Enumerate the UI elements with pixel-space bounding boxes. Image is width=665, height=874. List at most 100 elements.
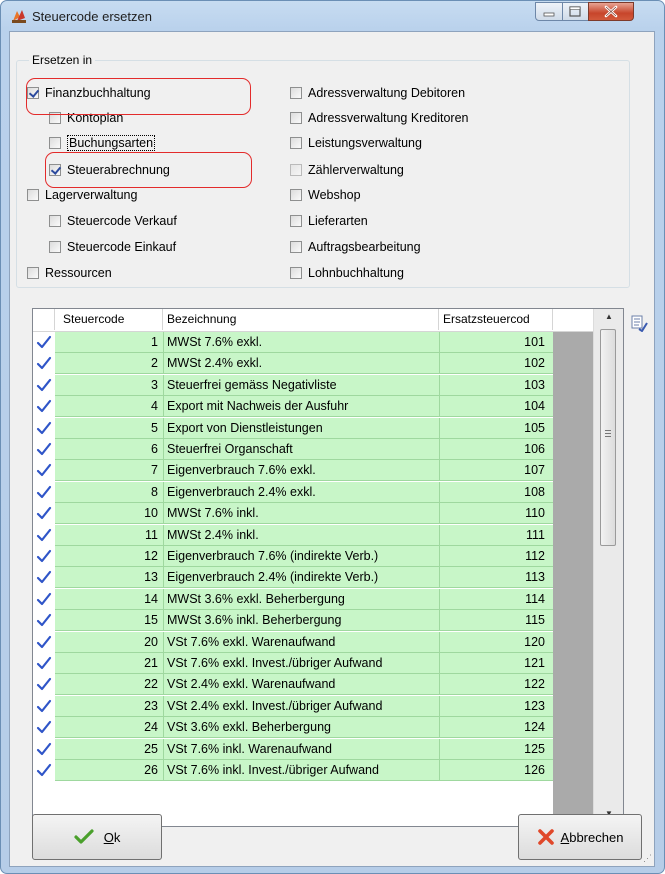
table-row[interactable]: 4 Export mit Nachweis der Ausfuhr 104	[33, 396, 553, 418]
table-row[interactable]: 21 VSt 7.6% exkl. Invest./übriger Aufwand…	[33, 653, 553, 674]
table-row[interactable]: 11 MWSt 2.4% inkl. 111	[33, 524, 553, 546]
table-row[interactable]: 23 VSt 2.4% exkl. Invest./übriger Aufwand…	[33, 695, 553, 717]
checkbox-box[interactable]	[290, 215, 302, 227]
checkbox-lohnbuchhaltung[interactable]: Lohnbuchhaltung	[290, 264, 404, 282]
scroll-up-icon[interactable]: ▲	[602, 312, 616, 326]
checkbox-box[interactable]	[290, 112, 302, 124]
table-row[interactable]: 8 Eigenverbrauch 2.4% exkl. 108	[33, 481, 553, 503]
table-row[interactable]: 6 Steuerfrei Organschaft 106	[33, 439, 553, 460]
row-check-cell[interactable]	[33, 439, 55, 460]
header-bezeichnung[interactable]: Bezeichnung	[163, 309, 439, 330]
cell-steuercode: 2	[151, 356, 158, 371]
table-row[interactable]: 5 Export von Dienstleistungen 105	[33, 417, 553, 439]
row-check-cell[interactable]	[33, 524, 55, 546]
checkbox-ressourcen[interactable]: Ressourcen	[27, 264, 112, 282]
row-body: 15 MWSt 3.6% inkl. Beherbergung 115	[55, 610, 553, 632]
table-row[interactable]: 26 VSt 7.6% inkl. Invest./übriger Aufwand…	[33, 760, 553, 781]
cell-ersatzsteuercode: 120	[524, 634, 545, 649]
header-ersatzsteuercode[interactable]: Ersatzsteuercod	[439, 309, 553, 330]
checkbox-steuercode-einkauf[interactable]: Steuercode Einkauf	[49, 238, 176, 256]
checkbox-lagerverwaltung[interactable]: Lagerverwaltung	[27, 186, 137, 204]
row-check-cell[interactable]	[33, 374, 55, 396]
checkbox-box[interactable]	[27, 267, 39, 279]
grid-scrollbar[interactable]: ▲ ▼	[593, 309, 623, 826]
maximize-button[interactable]	[562, 2, 589, 21]
header-steuercode[interactable]: Steuercode	[55, 309, 163, 330]
checkbox-box[interactable]	[290, 241, 302, 253]
checkbox-box[interactable]	[290, 164, 302, 176]
checkbox-label: Adressverwaltung Debitoren	[308, 86, 466, 100]
table-row[interactable]: 22 VSt 2.4% exkl. Warenaufwand 122	[33, 674, 553, 696]
checkmark-icon	[36, 528, 52, 541]
table-row[interactable]: 3 Steuerfrei gemäss Negativliste 103	[33, 374, 553, 396]
row-check-cell[interactable]	[33, 567, 55, 589]
row-body: 22 VSt 2.4% exkl. Warenaufwand 122	[55, 674, 553, 696]
row-check-cell[interactable]	[33, 332, 55, 353]
table-row[interactable]: 2 MWSt 2.4% exkl. 102	[33, 353, 553, 375]
table-row[interactable]: 12 Eigenverbrauch 7.6% (indirekte Verb.) 1…	[33, 546, 553, 567]
row-check-cell[interactable]	[33, 588, 55, 610]
row-check-cell[interactable]	[33, 481, 55, 503]
row-check-cell[interactable]	[33, 738, 55, 760]
table-row[interactable]: 24 VSt 3.6% exkl. Beherbergung 124	[33, 717, 553, 739]
table-row[interactable]: 1 MWSt 7.6% exkl. 101	[33, 332, 553, 353]
checkbox-adressverwaltung-debitoren[interactable]: Adressverwaltung Debitoren	[290, 84, 465, 102]
checkbox-label: Ressourcen	[45, 266, 112, 280]
checkbox-zaehlerverwaltung[interactable]: Zählerverwaltung	[290, 161, 404, 179]
checkbox-webshop[interactable]: Webshop	[290, 186, 361, 204]
checkbox-box[interactable]	[290, 189, 302, 201]
checkbox-lieferarten[interactable]: Lieferarten	[290, 212, 368, 230]
resize-grip-icon[interactable]: ⋰	[643, 853, 652, 864]
row-check-cell[interactable]	[33, 610, 55, 632]
table-row[interactable]: 10 MWSt 7.6% inkl. 110	[33, 503, 553, 525]
row-check-cell[interactable]	[33, 417, 55, 439]
row-check-cell[interactable]	[33, 760, 55, 781]
checkmark-icon	[36, 549, 52, 563]
table-row[interactable]: 25 VSt 7.6% inkl. Warenaufwand 125	[33, 738, 553, 760]
checkbox-adressverwaltung-kreditoren[interactable]: Adressverwaltung Kreditoren	[290, 109, 469, 127]
cell-bezeichnung: VSt 2.4% exkl. Warenaufwand	[167, 677, 336, 692]
checkbox-steuercode-verkauf[interactable]: Steuercode Verkauf	[49, 212, 177, 230]
checkbox-buchungsarten[interactable]: Buchungsarten	[49, 134, 156, 152]
row-check-cell[interactable]	[33, 653, 55, 674]
row-check-cell[interactable]	[33, 546, 55, 567]
checkmark-icon	[36, 721, 52, 734]
row-check-cell[interactable]	[33, 396, 55, 418]
checkbox-box[interactable]	[290, 267, 302, 279]
cell-ersatzsteuercode: 112	[525, 549, 545, 563]
list-edit-icon[interactable]	[630, 314, 648, 332]
checkbox-box[interactable]	[290, 137, 302, 149]
row-check-cell[interactable]	[33, 503, 55, 525]
row-check-cell[interactable]	[33, 717, 55, 739]
checkbox-auftragsbearbeitung[interactable]: Auftragsbearbeitung	[290, 238, 421, 256]
minimize-button[interactable]	[535, 2, 563, 21]
cancel-button[interactable]: Abbrechen	[518, 814, 642, 860]
tax-code-grid[interactable]: Steuercode Bezeichnung Ersatzsteuercod 1…	[32, 308, 624, 827]
row-check-cell[interactable]	[33, 695, 55, 717]
cell-bezeichnung: Eigenverbrauch 2.4% (indirekte Verb.)	[167, 570, 379, 585]
checkbox-box[interactable]	[27, 189, 39, 201]
title-bar[interactable]: Steuercode ersetzen	[1, 1, 664, 31]
row-check-cell[interactable]	[33, 674, 55, 696]
table-row[interactable]: 15 MWSt 3.6% inkl. Beherbergung 115	[33, 610, 553, 632]
row-check-cell[interactable]	[33, 631, 55, 653]
highlight-finanzbuchhaltung	[26, 78, 251, 115]
close-button[interactable]	[588, 2, 634, 21]
checkbox-box[interactable]	[49, 215, 61, 227]
table-row[interactable]: 13 Eigenverbrauch 2.4% (indirekte Verb.) 1…	[33, 567, 553, 589]
table-row[interactable]: 7 Eigenverbrauch 7.6% exkl. 107	[33, 460, 553, 482]
row-check-cell[interactable]	[33, 353, 55, 375]
checkbox-leistungsverwaltung[interactable]: Leistungsverwaltung	[290, 134, 422, 152]
table-row[interactable]: 20 VSt 7.6% exkl. Warenaufwand 120	[33, 631, 553, 653]
cell-steuercode: 15	[144, 613, 158, 628]
scroll-thumb[interactable]	[600, 329, 616, 546]
cell-bezeichnung: VSt 7.6% inkl. Warenaufwand	[167, 741, 332, 756]
checkbox-box[interactable]	[49, 241, 61, 253]
table-row[interactable]: 14 MWSt 3.6% exkl. Beherbergung 114	[33, 588, 553, 610]
checkbox-label: Adressverwaltung Kreditoren	[308, 111, 469, 125]
checkbox-box[interactable]	[290, 87, 302, 99]
row-check-cell[interactable]	[33, 460, 55, 482]
checkbox-box[interactable]	[49, 137, 61, 149]
cell-steuercode: 1	[151, 335, 158, 349]
ok-button[interactable]: Ok	[32, 814, 162, 860]
